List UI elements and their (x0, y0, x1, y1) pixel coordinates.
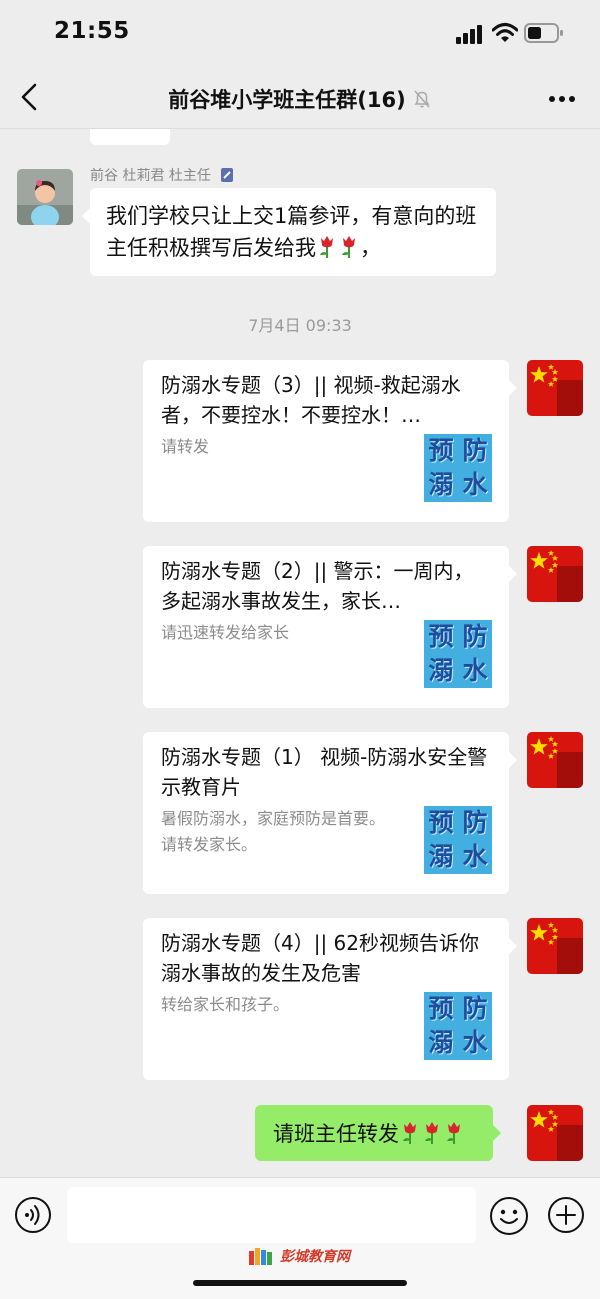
article-card[interactable]: 防溺水专题（2）|| 警示：一周内，多起溺水事故发生，家长… 请迅速转发给家长 … (143, 546, 517, 708)
thumbnail-text: 防 (462, 994, 488, 1023)
watermark-text: 彭城教育网 (280, 1249, 350, 1265)
group-badge-icon (220, 168, 233, 182)
tulip-emoji-icon (422, 1121, 442, 1145)
article-description: 请迅速转发给家长 (161, 623, 290, 642)
outgoing-message-bubble[interactable]: 请班主任转发 (255, 1105, 501, 1161)
article-description: 暑假防溺水，家庭预防是首要。请转发家长。 (161, 809, 386, 854)
thumbnail-text: 防 (462, 622, 488, 651)
thumbnail-text: 预 (428, 808, 454, 837)
wifi-icon (492, 23, 518, 42)
incoming-message-text: 我们学校只让上交1篇参评，有意向的班主任积极撰写后发给我 (106, 204, 477, 260)
article-description: 转给家长和孩子。 (161, 995, 290, 1014)
tulip-emoji-icon (400, 1121, 420, 1145)
watermark: 彭城教育网 (248, 1245, 350, 1267)
article-title: 防溺水专题（3）|| 视频-救起溺水者，不要控水！不要控水！… (161, 373, 461, 427)
self-avatar[interactable] (527, 360, 583, 416)
thumbnail-text: 水 (462, 470, 488, 499)
previous-message-bubble[interactable] (90, 129, 170, 145)
thumbnail-text: 水 (462, 656, 488, 685)
battery-icon (524, 23, 563, 43)
thumbnail-text: 防 (462, 436, 488, 465)
books-logo-icon (249, 1248, 272, 1265)
thumbnail-text: 水 (462, 842, 488, 871)
chat-header: 前谷堆小学班主任群(16) (0, 66, 600, 129)
thumbnail-text: 溺 (428, 656, 454, 685)
status-time: 21:55 (54, 18, 130, 44)
article-title: 防溺水专题（1） 视频-防溺水安全警示教育片 (161, 745, 488, 799)
tulip-emoji-icon (339, 235, 359, 259)
message-list[interactable]: 前谷 杜莉君 杜主任 我们学校只让上交1篇参评，有意向的班主任积极撰写后发给我，… (0, 129, 600, 1177)
thumbnail-text: 预 (428, 436, 454, 465)
message-input[interactable] (67, 1187, 476, 1243)
status-bar: 21:55 (0, 0, 600, 66)
thumbnail-text: 溺 (428, 842, 454, 871)
emoji-icon[interactable] (489, 1196, 529, 1236)
self-avatar[interactable] (527, 918, 583, 974)
sender-name-row: 前谷 杜莉君 杜主任 (90, 165, 235, 185)
message-input-bar: 彭城教育网 (0, 1177, 600, 1299)
article-card[interactable]: 防溺水专题（1） 视频-防溺水安全警示教育片 暑假防溺水，家庭预防是首要。请转发… (143, 732, 517, 894)
thumbnail-text: 溺 (428, 1028, 454, 1057)
sender-name: 前谷 杜莉君 杜主任 (90, 168, 211, 184)
mute-bell-icon (414, 90, 430, 108)
outgoing-message-text: 请班主任转发 (273, 1122, 399, 1146)
article-card[interactable]: 防溺水专题（4）|| 62秒视频告诉你溺水事故的发生及危害 转给家长和孩子。 预… (143, 918, 517, 1080)
more-options-icon[interactable] (548, 94, 576, 104)
article-thumbnail: 预防溺水 (424, 992, 492, 1060)
article-description: 请转发 (161, 437, 210, 456)
thumbnail-text: 预 (428, 994, 454, 1023)
home-indicator[interactable] (193, 1280, 407, 1286)
voice-input-icon[interactable] (14, 1196, 52, 1234)
article-title: 防溺水专题（2）|| 警示：一周内，多起溺水事故发生，家长… (161, 559, 474, 613)
chat-title: 前谷堆小学班主任群(16) (168, 88, 406, 112)
thumbnail-text: 防 (462, 808, 488, 837)
article-title: 防溺水专题（4）|| 62秒视频告诉你溺水事故的发生及危害 (161, 931, 480, 985)
incoming-message-bubble[interactable]: 我们学校只让上交1篇参评，有意向的班主任积极撰写后发给我， (82, 188, 496, 276)
article-thumbnail: 预防溺水 (424, 434, 492, 502)
thumbnail-text: 预 (428, 622, 454, 651)
cellular-signal-icon (456, 25, 482, 44)
add-more-icon[interactable] (547, 1196, 585, 1234)
article-thumbnail: 预防溺水 (424, 620, 492, 688)
self-avatar[interactable] (527, 1105, 583, 1161)
sender-avatar[interactable] (17, 169, 73, 225)
tulip-emoji-icon (317, 235, 337, 259)
message-timestamp: 7月4日 09:33 (248, 316, 352, 335)
self-avatar[interactable] (527, 546, 583, 602)
self-avatar[interactable] (527, 732, 583, 788)
article-thumbnail: 预防溺水 (424, 806, 492, 874)
article-card[interactable]: 防溺水专题（3）|| 视频-救起溺水者，不要控水！不要控水！… 请转发 预防溺水 (143, 360, 517, 522)
thumbnail-text: 水 (462, 1028, 488, 1057)
tulip-emoji-icon (444, 1121, 464, 1145)
thumbnail-text: 溺 (428, 470, 454, 499)
